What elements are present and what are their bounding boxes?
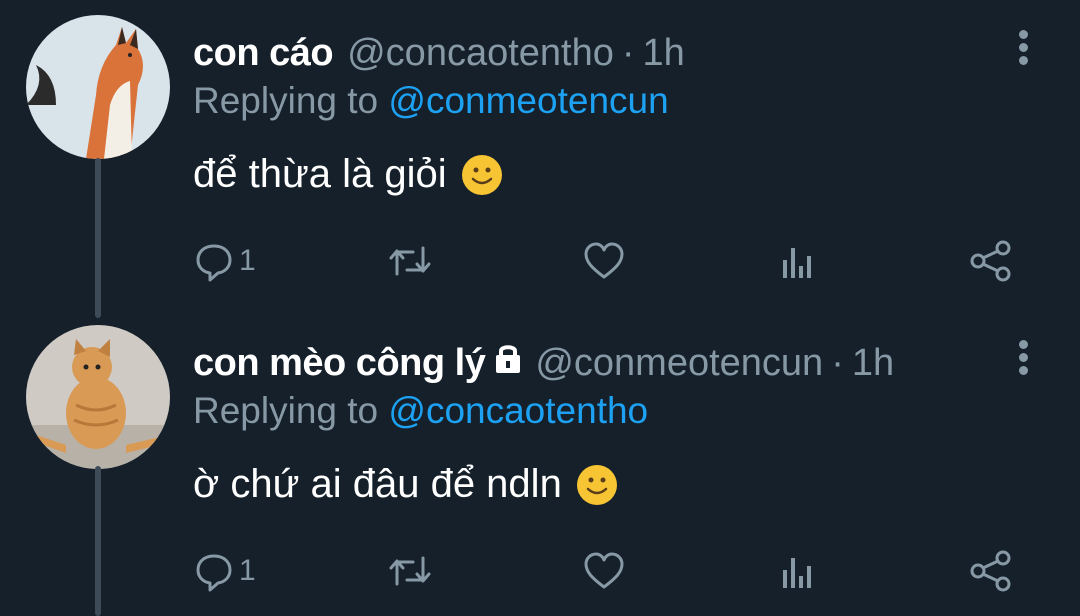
reply-count: 1: [239, 554, 256, 587]
share-button[interactable]: [969, 548, 1013, 594]
share-button[interactable]: [969, 238, 1013, 284]
retweet-icon: [389, 556, 431, 586]
tweet-actions: 1: [193, 548, 1023, 594]
cat-avatar-image: [26, 325, 170, 469]
replying-to-mention[interactable]: @conmeotencun: [388, 80, 668, 121]
heart-icon: [584, 552, 624, 589]
analytics-icon: [783, 248, 811, 278]
reply-button[interactable]: 1: [193, 548, 256, 594]
timestamp[interactable]: 1h: [852, 342, 894, 385]
replying-to-mention[interactable]: @concaotentho: [388, 390, 648, 431]
slightly-smiling-face-icon: [576, 464, 618, 506]
user-handle[interactable]: @concaotentho: [347, 32, 614, 75]
tweet-text: để thừa là giỏi: [193, 152, 503, 197]
tweet-text: ờ chứ ai đâu để ndln: [193, 462, 618, 507]
display-name[interactable]: con mèo công lý: [193, 342, 486, 385]
thread-connector: [95, 466, 101, 616]
avatar-cat[interactable]: [26, 325, 170, 469]
reply-button[interactable]: 1: [193, 238, 256, 284]
share-icon: [970, 550, 1011, 592]
tweet-card[interactable]: con cáo @concaotentho · 1h Replying to @…: [0, 0, 1080, 318]
tweet-header: con mèo công lý @conmeotencun · 1h: [193, 340, 894, 386]
slightly-smiling-face-icon: [461, 154, 503, 196]
retweet-button[interactable]: [387, 238, 433, 284]
user-handle[interactable]: @conmeotencun: [535, 342, 823, 385]
display-name[interactable]: con cáo: [193, 32, 334, 75]
reply-icon: [196, 554, 232, 592]
share-icon: [970, 240, 1011, 282]
replying-prefix: Replying to: [193, 390, 379, 431]
analytics-icon: [783, 558, 811, 588]
heart-icon: [584, 242, 624, 279]
analytics-button[interactable]: [779, 548, 815, 594]
retweet-icon: [389, 246, 431, 276]
thread-connector: [95, 158, 101, 318]
more-vertical-icon[interactable]: [1016, 30, 1030, 66]
fox-avatar-image: [26, 15, 170, 159]
tweet-card[interactable]: con mèo công lý @conmeotencun · 1h Reply…: [0, 310, 1080, 616]
like-button[interactable]: [582, 548, 626, 594]
tweet-body: ờ chứ ai đâu để ndln: [193, 462, 562, 506]
separator-dot: ·: [831, 341, 844, 384]
tweet-body: để thừa là giỏi: [193, 152, 447, 196]
reply-icon: [196, 244, 232, 282]
replying-prefix: Replying to: [193, 80, 379, 121]
tweet-header: con cáo @concaotentho · 1h: [193, 30, 685, 76]
avatar-fox[interactable]: [26, 15, 170, 159]
lock-icon: [491, 341, 525, 385]
replying-to-line: Replying to @conmeotencun: [193, 80, 669, 122]
replying-to-line: Replying to @concaotentho: [193, 390, 648, 432]
tweet-actions: 1: [193, 238, 1023, 284]
timestamp[interactable]: 1h: [643, 32, 685, 75]
more-vertical-icon[interactable]: [1016, 340, 1030, 376]
separator-dot: ·: [621, 31, 635, 74]
reply-count: 1: [239, 244, 256, 277]
like-button[interactable]: [582, 238, 626, 284]
analytics-button[interactable]: [779, 238, 815, 284]
retweet-button[interactable]: [387, 548, 433, 594]
